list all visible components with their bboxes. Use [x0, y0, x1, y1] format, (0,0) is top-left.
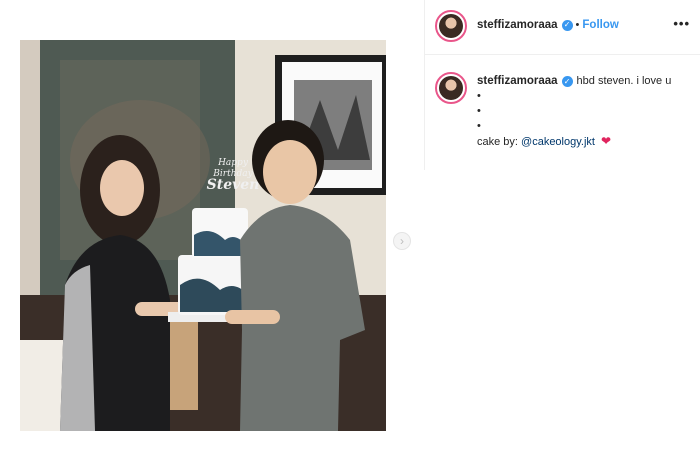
caption-credit: cake by: @cakeology.jkt ❤ [477, 134, 687, 150]
caption-text: hbd steven. i love u [576, 75, 672, 87]
caption-username[interactable]: steffizamoraaa [477, 74, 558, 89]
chevron-right-icon[interactable]: › [393, 232, 411, 250]
verified-badge-icon: ✓ [561, 19, 573, 31]
follow-button[interactable]: Follow [582, 19, 618, 31]
caption-verified-badge-icon: ✓ [561, 76, 573, 87]
photo-scene [20, 40, 386, 431]
more-options-icon[interactable]: ••• [673, 16, 690, 31]
caption-bullet-1: • [477, 90, 481, 102]
post-header-meta: steffizamoraaa ✓ • Follow [477, 19, 619, 31]
header-username[interactable]: steffizamoraaa [477, 19, 558, 31]
mention-link[interactable]: @cakeology.jkt [521, 136, 595, 148]
separator-dot: • [575, 19, 580, 31]
post-side-panel: steffizamoraaa ✓ • Follow ••• steffizamo… [424, 0, 700, 170]
avatar[interactable] [435, 10, 467, 42]
cake-topper-line-1: Happy [218, 158, 248, 168]
post-photo[interactable]: Happy Birthday Steven [20, 40, 386, 431]
caption-avatar[interactable] [435, 72, 467, 104]
post-header: steffizamoraaa ✓ • Follow ••• [425, 0, 700, 55]
caption-bullet-3: • [477, 120, 481, 132]
caption-credit-prefix: cake by: [477, 136, 518, 148]
heart-icon: ❤ [601, 134, 612, 148]
caption-bullet-2: • [477, 105, 481, 117]
caption: steffizamoraaa ✓ hbd steven. i love u • … [477, 74, 687, 150]
cake-topper: Happy Birthday Steven [198, 158, 268, 193]
cake-topper-line-3: Steven [206, 177, 260, 193]
